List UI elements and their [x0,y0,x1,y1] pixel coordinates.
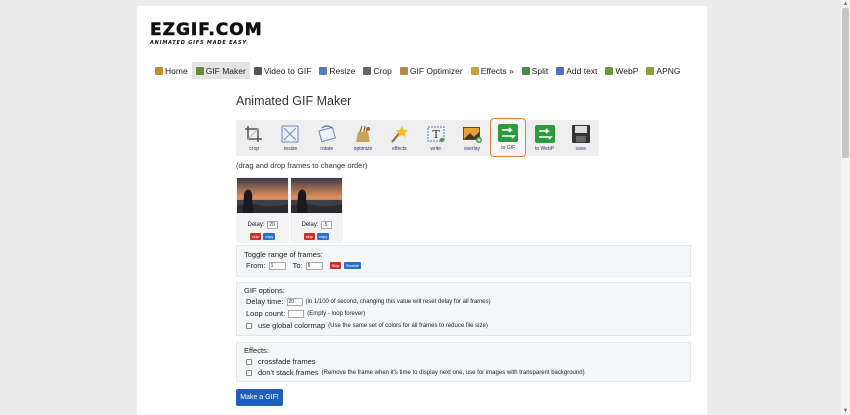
skip-frame-button[interactable]: skip [303,233,315,240]
crop-tool-icon [245,126,263,142]
gif-options-panel: GIF options: Delay time: 20 (in 1/100 of… [236,282,691,336]
nav-item-crop[interactable]: Crop [359,62,395,79]
to-webp-tool-icon [534,125,555,143]
tool-write[interactable]: T write [417,120,453,156]
loop-count-note: (Empty - loop forever) [307,310,366,317]
webp-icon [605,66,614,75]
resize-icon [319,66,328,75]
toggle-range-panel: Toggle range of frames: From: 1 To: 5 Sk… [236,245,691,277]
optimize-tool-icon [356,125,371,142]
delay-time-input[interactable]: 20 [286,297,303,306]
delay-time-note: (in 1/100 of second, changing this value… [305,298,491,305]
apng-icon [646,66,655,75]
effects-title: Effects: [244,346,269,355]
effects-panel: Effects: crossfade frames don't stack fr… [236,342,691,382]
dont-stack-note: (Remove the frame when it's time to disp… [321,369,585,376]
crossfade-label: crossfade frames [258,357,316,366]
site-logo[interactable]: EZGIF.COM ANIMATED GIFS MADE EASY [150,20,263,46]
overlay-tool-icon [462,127,482,143]
global-colormap-checkbox[interactable] [246,322,252,329]
tool-to-webp[interactable]: to WebP [526,120,562,156]
to-input[interactable]: 5 [305,261,323,270]
gif-options-title: GIF options: [244,286,285,295]
logo-text: EZGIF.COM [150,20,263,40]
toggle-range-title: Toggle range of frames: [244,250,323,259]
main-nav: Home GIF Maker Video to GIF Resize Crop … [151,62,685,79]
nav-item-add-text[interactable]: Add text [552,62,601,79]
delay-label: Delay: [247,222,265,228]
main-page: EZGIF.COM ANIMATED GIFS MADE EASY Home G… [137,6,707,415]
delay-time-label: Delay time: [246,297,284,306]
home-icon [155,66,163,75]
video-icon [253,66,262,75]
nav-item-home[interactable]: Home [151,62,192,79]
nav-item-split[interactable]: Split [518,62,553,79]
crossfade-checkbox[interactable] [246,358,252,365]
copy-frame-button[interactable]: copy [262,233,276,240]
frame-thumbnail [291,178,342,213]
scroll-down-icon[interactable]: ▼ [842,408,849,414]
frame-delay-input[interactable]: 5 [320,221,332,229]
scroll-up-icon[interactable]: ▲ [842,1,849,7]
tool-rotate[interactable]: rotate [309,120,345,156]
frame-thumbnail [237,178,288,213]
dont-stack-checkbox[interactable] [246,369,252,376]
global-colormap-label: use global colormap [258,321,326,330]
from-input[interactable]: 1 [268,261,286,270]
write-tool-icon: T [427,126,445,143]
nav-item-gif-maker[interactable]: GIF Maker [191,62,250,79]
nav-item-effects[interactable]: Effects » [467,62,518,79]
to-label: To: [292,261,303,270]
drag-hint: (drag and drop frames to change order) [236,161,368,170]
tool-optimize[interactable]: optimize [345,120,381,156]
text-icon [556,66,565,75]
nav-item-webp[interactable]: WebP [601,62,642,79]
tool-resize[interactable]: resize [272,120,308,156]
tool-crop[interactable]: crop [236,120,272,156]
delay-label: Delay: [301,222,319,228]
frame-item[interactable]: Delay: 5 skip copy [290,177,343,243]
save-tool-icon [571,125,590,143]
svg-text:T: T [432,128,440,141]
enable-range-button[interactable]: Enable [344,262,361,269]
dont-stack-label: don't stack frames [258,368,319,377]
optimizer-icon [399,66,408,75]
tool-save[interactable]: save [563,120,599,156]
skip-frame-button[interactable]: skip [249,233,261,240]
frame-list: Delay: 20 skip copy Delay: 5 skip copy [236,177,343,243]
page-scrollbar[interactable]: ▲ ▼ [841,0,850,415]
split-icon [521,66,530,75]
loop-count-label: Loop count: [246,309,286,318]
crop-icon [363,66,372,75]
tool-overlay[interactable]: overlay [454,120,490,156]
nav-item-apng[interactable]: APNG [642,62,684,79]
to-gif-tool-icon [498,124,519,142]
tool-to-gif[interactable]: to GIF [490,118,527,157]
make-gif-button[interactable]: Make a GIF! [236,389,283,406]
copy-frame-button[interactable]: copy [316,233,330,240]
tool-effects[interactable]: effects [381,120,417,156]
from-label: From: [246,261,266,270]
frame-delay-input[interactable]: 20 [266,221,278,229]
page-title: Animated GIF Maker [236,94,352,108]
resize-tool-icon [281,125,299,143]
gif-maker-icon [195,66,204,75]
rotate-tool-icon [318,125,336,143]
frame-item[interactable]: Delay: 20 skip copy [236,177,289,243]
nav-item-video-to-gif[interactable]: Video to GIF [250,62,316,79]
nav-item-resize[interactable]: Resize [315,62,359,79]
nav-item-gif-optimizer[interactable]: GIF Optimizer [396,62,467,79]
effects-tool-icon [391,126,409,143]
tool-bar: crop resize rotate optimize effects T wr… [236,118,599,157]
effects-icon [470,66,479,75]
logo-tagline: ANIMATED GIFS MADE EASY [150,40,247,46]
scrollbar-thumb[interactable] [842,8,849,158]
skip-range-button[interactable]: Skip [329,262,342,269]
loop-count-input[interactable] [288,309,305,318]
global-colormap-note: (Use the same set of colors for all fram… [328,322,488,329]
